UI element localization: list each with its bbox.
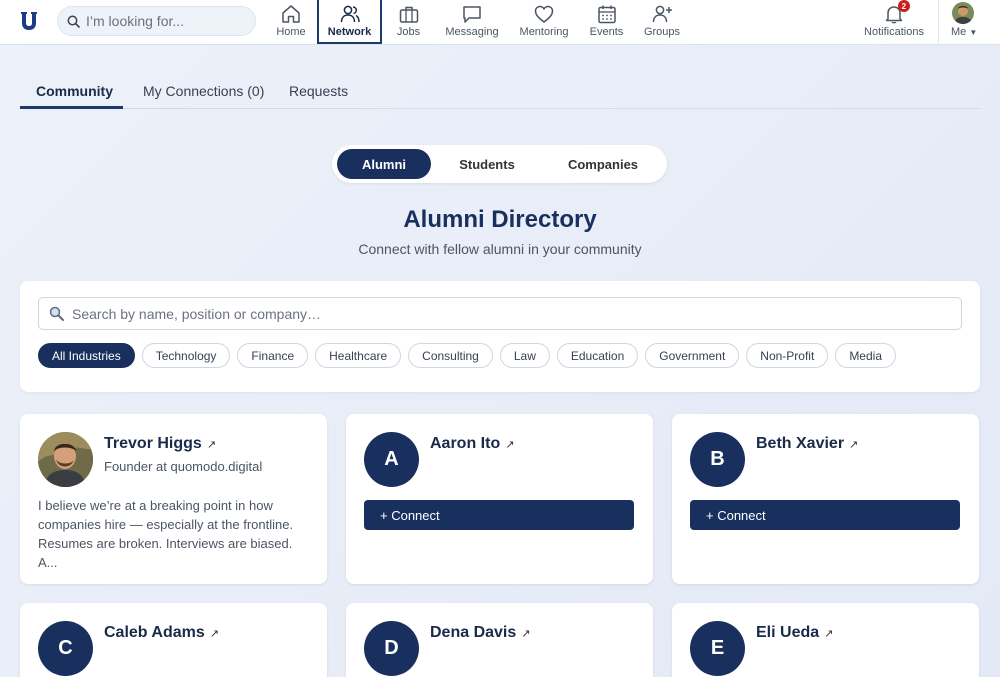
external-link-icon: ↗ bbox=[521, 627, 531, 640]
external-link-icon: ↗ bbox=[505, 438, 515, 451]
me-label: Me bbox=[951, 26, 967, 38]
external-link-icon: ↗ bbox=[209, 627, 219, 640]
chip-government[interactable]: Government bbox=[645, 343, 740, 368]
nav-divider bbox=[938, 0, 939, 44]
alumni-name-text: Eli Ueda bbox=[756, 624, 820, 641]
briefcase-icon bbox=[399, 6, 418, 23]
nav-groups[interactable]: Groups bbox=[643, 0, 681, 44]
external-link-icon: ↗ bbox=[824, 627, 834, 640]
heart-icon bbox=[534, 5, 554, 23]
nav-mentoring[interactable]: Mentoring bbox=[518, 0, 570, 44]
segment-students[interactable]: Students bbox=[440, 149, 534, 179]
alumni-name[interactable]: Caleb Adams ↗ bbox=[104, 624, 219, 642]
nav-events-label: Events bbox=[589, 26, 624, 38]
chip-education[interactable]: Education bbox=[556, 343, 639, 368]
segment-companies[interactable]: Companies bbox=[550, 149, 656, 179]
alumni-card[interactable]: C Caleb Adams ↗ bbox=[20, 603, 327, 677]
nav-network[interactable]: Network bbox=[317, 0, 382, 44]
caret-down-icon: ▼ bbox=[969, 28, 978, 37]
top-navigation-bar: Home Network Jobs Messaging Mentoring bbox=[0, 0, 1000, 45]
message-icon bbox=[463, 6, 481, 23]
nav-groups-label: Groups bbox=[643, 26, 681, 38]
connect-button[interactable]: + Connect bbox=[690, 500, 960, 530]
connect-button[interactable]: + Connect bbox=[364, 500, 634, 530]
me-menu[interactable]: Me ▼ bbox=[951, 26, 977, 38]
alumni-initial-avatar: D bbox=[364, 621, 419, 676]
chip-finance[interactable]: Finance bbox=[237, 343, 309, 368]
tab-community[interactable]: Community bbox=[36, 83, 113, 99]
notification-count-badge: 2 bbox=[897, 0, 910, 12]
tab-my-connections[interactable]: My Connections (0) bbox=[143, 83, 264, 99]
search-icon bbox=[67, 15, 80, 28]
segment-alumni[interactable]: Alumni bbox=[337, 149, 431, 179]
alumni-name[interactable]: Beth Xavier ↗ bbox=[756, 435, 858, 453]
directory-subtitle: Connect with fellow alumni in your commu… bbox=[358, 241, 642, 257]
search-icon bbox=[49, 306, 64, 321]
alumni-name[interactable]: Aaron Ito ↗ bbox=[430, 435, 514, 453]
chip-consulting[interactable]: Consulting bbox=[408, 343, 493, 368]
home-icon bbox=[282, 5, 300, 23]
alumni-initial-avatar: B bbox=[690, 432, 745, 487]
alumni-name[interactable]: Dena Davis ↗ bbox=[430, 624, 530, 642]
chip-non-profit[interactable]: Non-Profit bbox=[746, 343, 829, 368]
alumni-role: Founder at quomodo.digital bbox=[104, 459, 263, 474]
chip-healthcare[interactable]: Healthcare bbox=[315, 343, 402, 368]
network-tabs: Community My Connections (0) Requests bbox=[20, 74, 980, 109]
add-user-icon bbox=[652, 5, 672, 23]
chip-law[interactable]: Law bbox=[499, 343, 550, 368]
u-logo-icon bbox=[21, 12, 37, 30]
external-link-icon: ↗ bbox=[849, 438, 859, 451]
calendar-icon bbox=[597, 5, 616, 24]
brand-logo[interactable] bbox=[18, 9, 40, 33]
directory-search-input[interactable] bbox=[72, 305, 932, 322]
chip-technology[interactable]: Technology bbox=[141, 343, 231, 368]
industry-filter-chips: All Industries Technology Finance Health… bbox=[38, 343, 903, 368]
active-tab-indicator bbox=[20, 106, 123, 109]
alumni-name[interactable]: Trevor Higgs ↗ bbox=[104, 435, 216, 453]
nav-home-label: Home bbox=[276, 26, 306, 38]
nav-messaging-label: Messaging bbox=[445, 26, 499, 38]
nav-network-label: Network bbox=[327, 26, 372, 38]
alumni-avatar bbox=[38, 432, 93, 487]
alumni-initial-avatar: E bbox=[690, 621, 745, 676]
nav-events[interactable]: Events bbox=[589, 0, 624, 44]
alumni-name-text: Beth Xavier bbox=[756, 435, 845, 452]
alumni-card[interactable]: Trevor Higgs ↗ Founder at quomodo.digita… bbox=[20, 414, 327, 584]
alumni-card[interactable]: D Dena Davis ↗ bbox=[346, 603, 653, 677]
nav-notifications-label: Notifications bbox=[864, 26, 924, 38]
tab-requests[interactable]: Requests bbox=[289, 83, 348, 99]
nav-home[interactable]: Home bbox=[274, 0, 308, 44]
chip-all-industries[interactable]: All Industries bbox=[38, 343, 135, 368]
alumni-name-text: Caleb Adams bbox=[104, 624, 205, 641]
alumni-card[interactable]: B Beth Xavier ↗ + Connect bbox=[672, 414, 979, 584]
profile-avatar[interactable] bbox=[952, 2, 974, 24]
nav-jobs[interactable]: Jobs bbox=[393, 0, 424, 44]
network-icon bbox=[340, 5, 360, 23]
chip-media[interactable]: Media bbox=[835, 343, 896, 368]
alumni-name[interactable]: Eli Ueda ↗ bbox=[756, 624, 833, 642]
alumni-name-text: Trevor Higgs bbox=[104, 435, 202, 452]
alumni-card[interactable]: A Aaron Ito ↗ + Connect bbox=[346, 414, 653, 584]
profile-photo-icon bbox=[38, 432, 93, 487]
alumni-name-text: Aaron Ito bbox=[430, 435, 501, 452]
alumni-bio: I believe we’re at a breaking point in h… bbox=[38, 498, 294, 570]
external-link-icon: ↗ bbox=[206, 438, 217, 451]
directory-search[interactable] bbox=[38, 297, 962, 330]
profile-photo-icon bbox=[952, 2, 974, 24]
directory-filter-panel: All Industries Technology Finance Health… bbox=[20, 281, 980, 392]
global-search[interactable] bbox=[57, 6, 256, 36]
alumni-card[interactable]: E Eli Ueda ↗ bbox=[672, 603, 979, 677]
alumni-initial-avatar: A bbox=[364, 432, 419, 487]
global-search-input[interactable] bbox=[86, 13, 246, 29]
alumni-name-text: Dena Davis bbox=[430, 624, 517, 641]
nav-jobs-label: Jobs bbox=[396, 26, 421, 38]
alumni-initial-avatar: C bbox=[38, 621, 93, 676]
nav-notifications[interactable]: 2 Notifications bbox=[862, 0, 926, 44]
directory-title: Alumni Directory bbox=[403, 206, 597, 233]
nav-mentoring-label: Mentoring bbox=[519, 26, 569, 38]
nav-messaging[interactable]: Messaging bbox=[444, 0, 500, 44]
directory-type-switch: Alumni Students Companies bbox=[332, 145, 667, 183]
